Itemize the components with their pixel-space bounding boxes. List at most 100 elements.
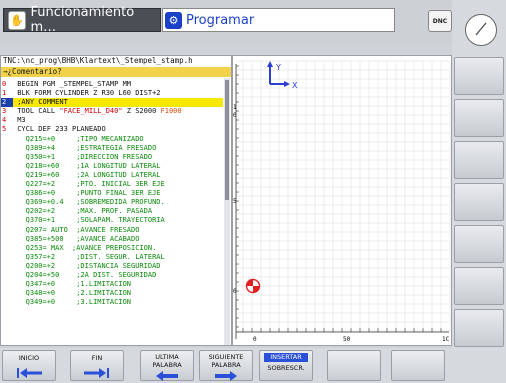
graphic-view[interactable]: 1 0 5 0 0 50 1C Y X [232, 55, 452, 346]
ruler-v-label-4: 0 [233, 288, 237, 295]
line-text: Q348=+0 ;2.LIMITACION [13, 289, 132, 298]
line-text: TOOL CALL [13, 107, 60, 116]
editor-scrollbar-thumb[interactable] [225, 80, 229, 200]
insertar-sobrescribir-toggle[interactable]: INSERTAR SOBRESCR. [259, 350, 313, 381]
empty-softkey-6[interactable] [327, 350, 381, 381]
line-text: Q385=+500 ;AVANCE ACABADO [13, 234, 140, 243]
line-text: BLK FORM CYLINDER Z R30 L60 DIST+2 [13, 89, 161, 98]
program-line[interactable]: Q204=+50 ;2A DIST. SEGURIDAD [1, 271, 223, 280]
program-line[interactable]: 2 ;ANY COMMENT [1, 98, 223, 108]
empty-softkey-7[interactable] [391, 350, 445, 381]
line-text: Q218=+60 ;1A LONGITUD LATERAL [13, 161, 161, 170]
ruler-v-label-3: 5 [233, 198, 237, 205]
program-line[interactable]: Q348=+0 ;2.LIMITACION [1, 289, 223, 298]
program-line[interactable]: Q349=+0 ;3.LIMITACION [1, 298, 223, 307]
program-line[interactable]: Q207= AUTO ;AVANCE FRESADO [1, 226, 223, 235]
tool-params: Z S2000 [122, 107, 161, 116]
program-line[interactable]: 0 BEGIN PGM _STEMPEL_STAMP MM [1, 80, 223, 89]
vertical-softkey-3[interactable] [454, 141, 504, 179]
datum-marker-icon [245, 278, 261, 294]
vertical-softkey-1[interactable] [454, 57, 504, 95]
fin-label: FIN [91, 354, 103, 362]
line-text: ;ANY COMMENT [13, 98, 68, 107]
program-line[interactable]: Q215=+0 ;TIPO MECANIZADO [1, 135, 223, 144]
line-text: Q389=+4 ;ESTRATEGIA FRESADO [13, 143, 157, 152]
vertical-softkey-4[interactable] [454, 183, 504, 221]
line-text: Q349=+0 ;3.LIMITACION [13, 298, 132, 307]
hand-icon: ✋ [8, 10, 27, 30]
line-text: Q219=+60 ;2A LONGITUD LATERAL [13, 170, 161, 179]
line-text: CYCL DEF 233 PLANEADO [13, 125, 106, 134]
vertical-softkey-7[interactable] [454, 309, 504, 347]
arrow-left-icon [156, 371, 178, 381]
top-bar: ✋ Funcionamiento m… ⚙ Programar DNC [0, 0, 452, 44]
arrow-to-end-icon [84, 368, 109, 378]
y-axis-label: Y [275, 63, 281, 72]
line-text: Q202=+2 ;MAX. PROF. PASADA [13, 207, 153, 216]
program-line[interactable]: Q385=+500 ;AVANCE ACABADO [1, 235, 223, 244]
line-text: BEGIN PGM _STEMPEL_STAMP MM [13, 80, 132, 88]
fin-button[interactable]: FIN [70, 350, 124, 381]
line-text: Q207= AUTO ;AVANCE FRESADO [13, 225, 140, 234]
program-line[interactable]: 1 BLK FORM CYLINDER Z R30 L60 DIST+2 [1, 89, 223, 98]
program-line[interactable]: Q357=+2 ;DIST. SEGUR. LATERAL [1, 253, 223, 262]
dnc-indicator[interactable]: DNC [428, 10, 452, 32]
sobrescr-label: SOBRESCR. [267, 364, 305, 372]
line-text: Q204=+50 ;2A DIST. SEGURIDAD [13, 270, 157, 279]
program-line[interactable]: Q386=+0 ;PUNTO FINAL 3ER EJE [1, 189, 223, 198]
tab-machine-mode-label: Funcionamiento m… [30, 5, 135, 35]
ruler-v-label-1: 1 [233, 104, 237, 111]
inicio-label: INICIO [18, 354, 40, 362]
vertical-softkey-6[interactable] [454, 267, 504, 305]
program-line[interactable]: Q200=+2 ;DISTANCIA SEGURIDAD [1, 262, 223, 271]
inicio-button[interactable]: INICIO [2, 350, 56, 381]
ruler-h-label-1: 0 [253, 336, 257, 343]
siguiente-palabra-label: SIGUIENTE PALABRA [208, 353, 244, 369]
ruler-v-label-2: 0 [233, 112, 237, 119]
program-editor[interactable]: TNC:\nc_prog\BHB\Klartext\_Stempel_stamp… [0, 55, 232, 346]
line-text: Q347=+0 ;1.LIMITACION [13, 280, 132, 289]
program-line[interactable]: Q347=+0 ;1.LIMITACION [1, 280, 223, 289]
line-number: 4 [2, 116, 7, 125]
program-icon: ⚙ [165, 11, 182, 29]
arrow-right-icon [215, 371, 237, 381]
grid [237, 60, 451, 332]
line-text: Q200=+2 ;DISTANCIA SEGURIDAD [13, 261, 161, 270]
horizontal-ruler-ticks [242, 328, 442, 332]
line-text: Q386=+0 ;PUNTO FINAL 3ER EJE [13, 189, 161, 198]
program-line[interactable]: Q370=+1 ;SOLAPAM. TRAYECTORIA [1, 216, 223, 225]
siguiente-palabra-button[interactable]: SIGUIENTE PALABRA [199, 350, 253, 381]
clock-icon[interactable] [465, 14, 497, 46]
program-line[interactable]: 4 M3 [1, 116, 223, 125]
line-number: 1 [2, 89, 7, 98]
program-line[interactable]: 3 TOOL CALL "FACE_MILL_D40" Z S2000 F100… [1, 107, 223, 116]
graphic-canvas: 1 0 5 0 0 50 1C Y X [233, 60, 451, 343]
line-text: Q369=+0.4 ;SOBREMEDIDA PROFUND. [13, 198, 165, 207]
tab-machine-mode[interactable]: ✋ Funcionamiento m… [3, 5, 161, 35]
program-line[interactable]: Q253= MAX ;AVANCE PREPOSICION. [1, 244, 223, 253]
line-text: Q357=+2 ;DIST. SEGUR. LATERAL [13, 252, 165, 261]
line-text: Q350=+1 ;DIRECCION FRESADO [13, 152, 153, 161]
program-line[interactable]: Q369=+0.4 ;SOBREMEDIDA PROFUND. [1, 198, 223, 207]
program-lines: 0 BEGIN PGM _STEMPEL_STAMP MM 1 BLK FORM … [1, 80, 223, 307]
vertical-softkey-2[interactable] [454, 99, 504, 137]
program-line[interactable]: Q219=+60 ;2A LONGITUD LATERAL [1, 171, 223, 180]
program-line[interactable]: Q350=+1 ;DIRECCION FRESADO [1, 153, 223, 162]
program-line[interactable]: Q202=+2 ;MAX. PROF. PASADA [1, 207, 223, 216]
program-line[interactable]: Q227=+2 ;PTO. INICIAL 3ER EJE [1, 180, 223, 189]
vertical-softkey-5[interactable] [454, 225, 504, 263]
program-line[interactable]: Q389=+4 ;ESTRATEGIA FRESADO [1, 144, 223, 153]
tool-name: "FACE_MILL_D40" [59, 107, 123, 116]
program-line[interactable]: Q218=+60 ;1A LONGITUD LATERAL [1, 162, 223, 171]
line-text: M3 [13, 116, 26, 125]
x-arrowhead [284, 81, 290, 87]
x-axis-label: X [292, 81, 298, 90]
ultima-palabra-button[interactable]: ULTIMA PALABRA [140, 350, 194, 381]
tab-programming[interactable]: ⚙ Programar [162, 8, 395, 32]
line-text: Q253= MAX ;AVANCE PREPOSICION. [13, 243, 157, 252]
insertar-label: INSERTAR [264, 353, 308, 362]
line-text: Q215=+0 ;TIPO MECANIZADO [13, 134, 144, 143]
program-line[interactable]: 5 CYCL DEF 233 PLANEADO [1, 125, 223, 134]
tab-programming-label: Programar [186, 12, 255, 28]
axis-indicator: Y X [267, 61, 298, 90]
